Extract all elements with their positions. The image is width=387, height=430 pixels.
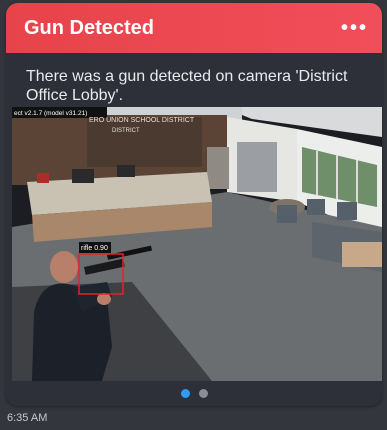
notification-header: Gun Detected •••: [6, 3, 382, 53]
more-options-button[interactable]: •••: [341, 18, 368, 38]
notification-card[interactable]: Gun Detected ••• There was a gun detecte…: [6, 3, 382, 406]
wall-sign-subtext: DISTRICT: [112, 128, 140, 134]
notification-message: There was a gun detected on camera 'Dist…: [26, 68, 348, 104]
pager-dot-1[interactable]: [180, 389, 190, 398]
pager-dot-2[interactable]: [198, 389, 208, 398]
notification-title: Gun Detected: [24, 16, 155, 39]
image-pager: [6, 389, 382, 398]
camera-snapshot[interactable]: ect v2.1.7 (model v31.21) ERO UNION SCHO…: [12, 107, 382, 381]
timestamp: 6:35 AM: [7, 412, 48, 424]
wall-sign-text: ERO UNION SCHOOL DISTRICT: [89, 117, 195, 124]
model-version-overlay: ect v2.1.7 (model v31.21): [14, 110, 87, 117]
detection-label: rifle 0.90: [81, 245, 108, 252]
